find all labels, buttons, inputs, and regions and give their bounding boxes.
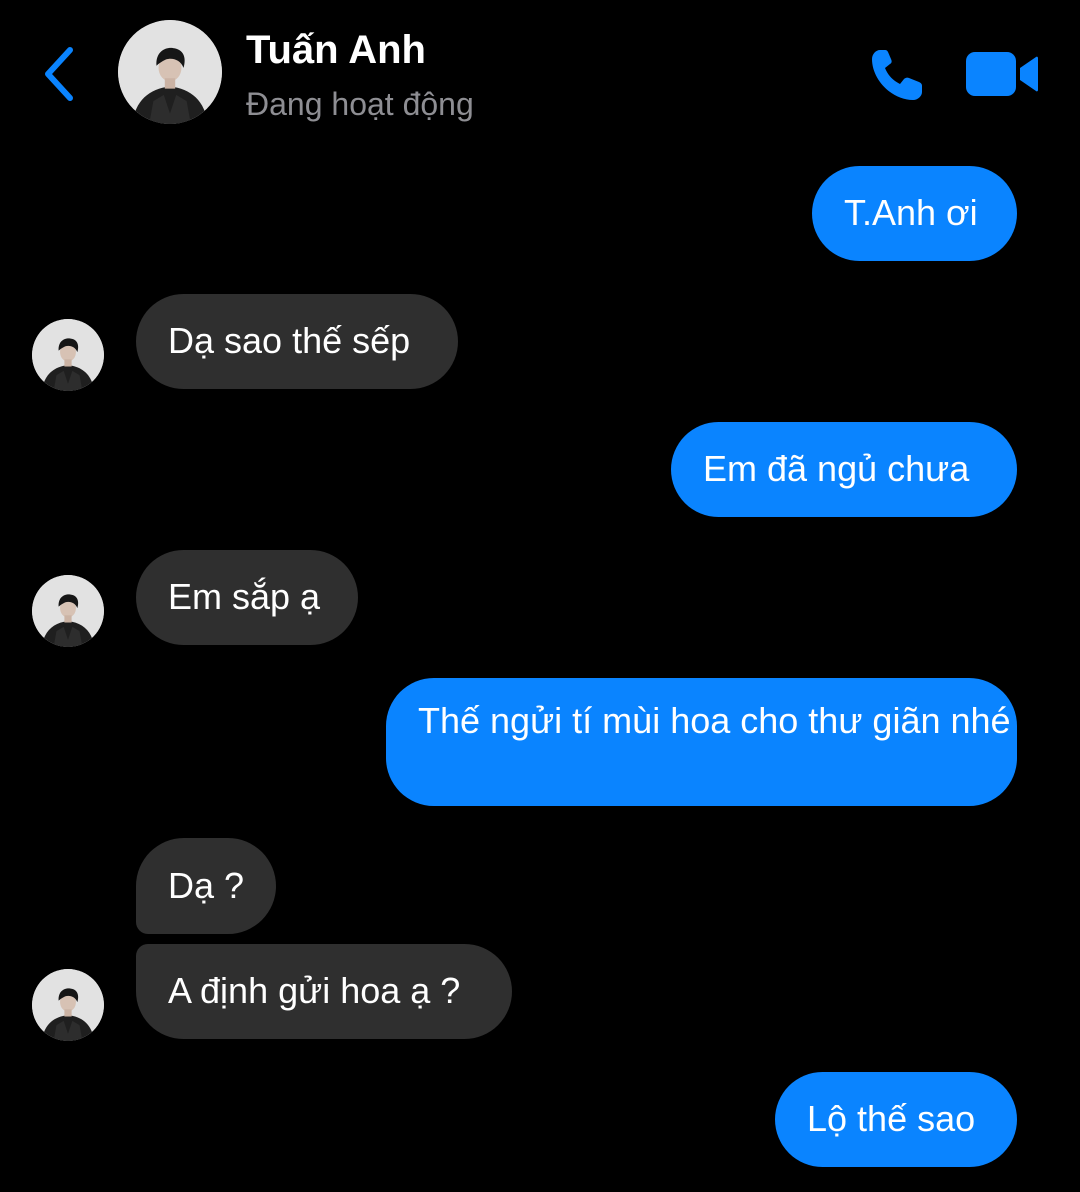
contact-avatar-small[interactable] bbox=[32, 319, 104, 391]
video-call-button[interactable] bbox=[964, 48, 1040, 100]
phone-icon bbox=[872, 50, 922, 100]
contact-avatar-small[interactable] bbox=[32, 575, 104, 647]
chevron-left-icon bbox=[45, 47, 73, 101]
outgoing-message[interactable]: Thế ngửi tí mùi hoa cho thư giãn nhé bbox=[386, 678, 1017, 806]
chat-header: Tuấn Anh Đang hoạt động bbox=[0, 0, 1080, 150]
video-camera-icon bbox=[966, 52, 1038, 96]
outgoing-message[interactable]: T.Anh ơi bbox=[812, 166, 1017, 261]
incoming-message[interactable]: Dạ ? bbox=[136, 838, 276, 934]
incoming-message[interactable]: A định gửi hoa ạ ? bbox=[136, 944, 512, 1039]
contact-avatar-small[interactable] bbox=[32, 969, 104, 1041]
incoming-message[interactable]: Em sắp ạ bbox=[136, 550, 358, 645]
outgoing-message[interactable]: Lộ thế sao bbox=[775, 1072, 1017, 1167]
contact-name[interactable]: Tuấn Anh bbox=[246, 28, 426, 73]
contact-status: Đang hoạt động bbox=[246, 86, 474, 122]
back-button[interactable] bbox=[34, 40, 86, 108]
contact-avatar[interactable] bbox=[118, 20, 222, 124]
outgoing-message[interactable]: Em đã ngủ chưa bbox=[671, 422, 1017, 517]
call-button[interactable] bbox=[866, 44, 928, 106]
incoming-message[interactable]: Dạ sao thế sếp bbox=[136, 294, 458, 389]
